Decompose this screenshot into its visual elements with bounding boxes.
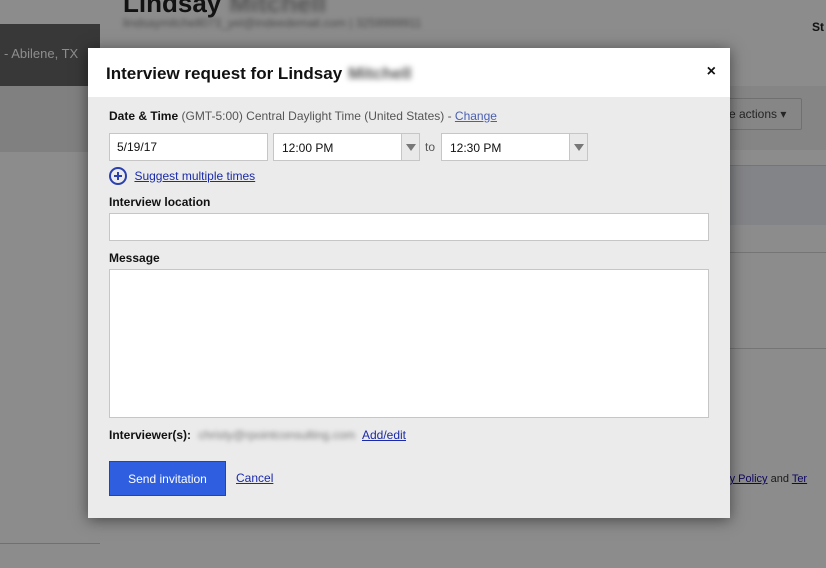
message-textarea[interactable]	[109, 269, 709, 418]
message-label: Message	[109, 251, 160, 265]
end-time-value: 12:30 PM	[450, 141, 502, 155]
change-timezone-link[interactable]: Change	[455, 109, 497, 123]
interview-location-input[interactable]	[109, 213, 709, 241]
suggest-multiple-times-link[interactable]: Suggest multiple times	[134, 169, 255, 183]
interviewers-label: Interviewer(s):	[109, 428, 192, 442]
start-time-select[interactable]: 12:00 PM	[273, 133, 420, 161]
plus-circle-icon[interactable]	[109, 167, 127, 185]
date-time-label: Date & Time	[109, 109, 179, 123]
dropdown-arrow-icon[interactable]	[401, 134, 419, 160]
date-input[interactable]	[109, 133, 268, 161]
timezone-text: (GMT-5:00) Central Daylight Time (United…	[181, 109, 452, 123]
interviewer-email: christy@rpointconsulting.com	[198, 428, 356, 442]
dropdown-arrow-icon[interactable]	[569, 134, 587, 160]
interviewers-row: Interviewer(s): christy@rpointconsulting…	[109, 428, 406, 442]
dialog-header: Interview request for Lindsay Mitchell ×	[88, 48, 730, 97]
dialog-title: Interview request for Lindsay Mitchell	[106, 64, 412, 83]
end-time-select[interactable]: 12:30 PM	[441, 133, 588, 161]
cancel-link[interactable]: Cancel	[236, 471, 273, 485]
start-time-value: 12:00 PM	[282, 141, 334, 155]
add-edit-interviewers-link[interactable]: Add/edit	[362, 428, 406, 442]
interview-location-label: Interview location	[109, 195, 211, 209]
suggest-multiple-times[interactable]: Suggest multiple times	[109, 167, 255, 185]
send-invitation-button[interactable]: Send invitation	[109, 461, 226, 496]
dialog-body: Date & Time (GMT-5:00) Central Daylight …	[88, 97, 730, 518]
close-icon[interactable]: ×	[707, 63, 716, 81]
date-time-row: Date & Time (GMT-5:00) Central Daylight …	[109, 109, 497, 123]
interview-request-dialog: Interview request for Lindsay Mitchell × …	[88, 48, 730, 518]
to-label: to	[425, 140, 436, 154]
